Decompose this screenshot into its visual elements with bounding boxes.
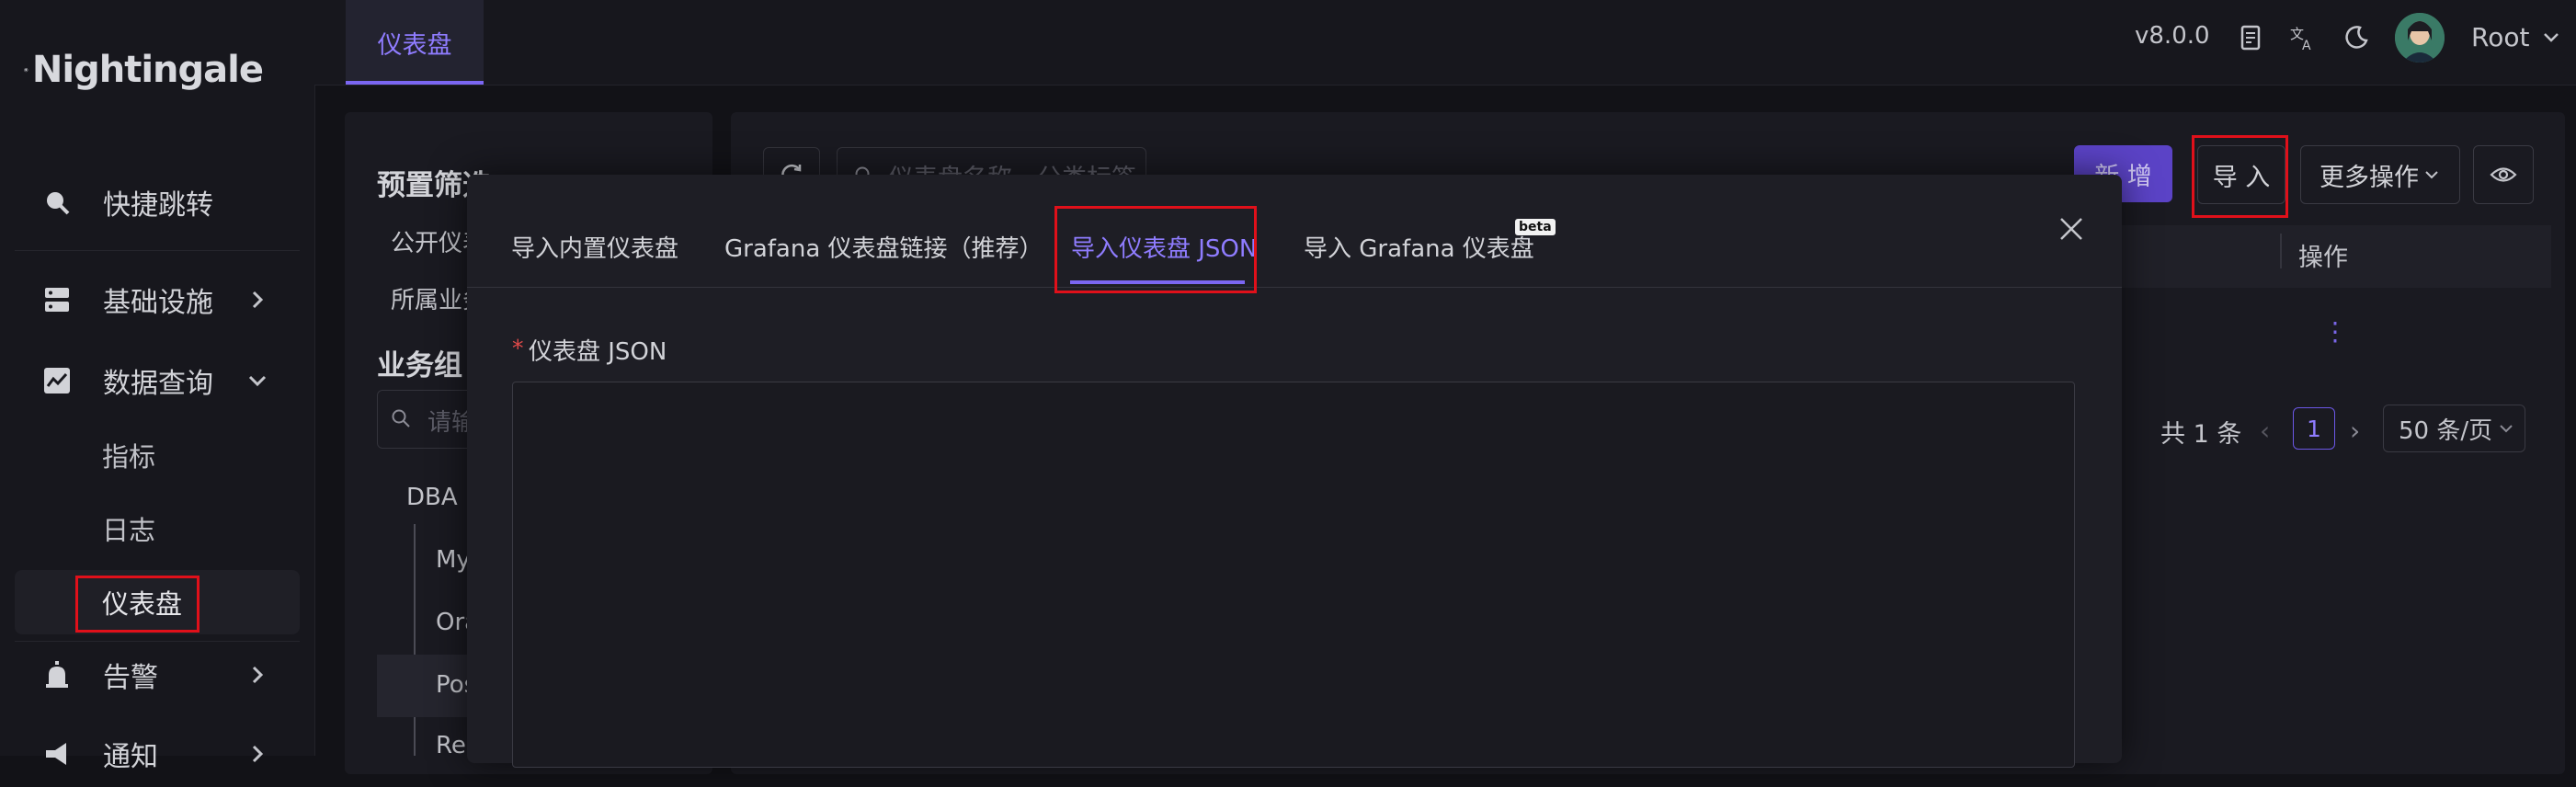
tab-dashboard[interactable]: 仪表盘 <box>346 0 484 85</box>
active-tab-indicator <box>1070 280 1245 284</box>
chevron-right-icon <box>252 745 264 763</box>
sidebar-sub-label: 日志 <box>102 515 156 546</box>
search-icon <box>39 184 75 221</box>
json-field-label: 仪表盘 JSON <box>529 338 667 366</box>
sidebar-sub-label: 指标 <box>102 441 156 473</box>
tab-label: 仪表盘 <box>377 30 452 60</box>
column-header-action: 操作 <box>2298 244 2348 272</box>
close-icon[interactable] <box>2056 213 2087 245</box>
divider <box>15 250 300 251</box>
sidebar-item-data-query[interactable]: 数据查询 <box>15 348 300 414</box>
tab-import-builtin[interactable]: 导入内置仪表盘 <box>511 230 678 264</box>
tab-import-grafana[interactable]: 导入 Grafana 仪表盘 <box>1304 230 1534 264</box>
sidebar-item-label: 数据查询 <box>103 368 213 400</box>
sidebar-item-notification[interactable]: 通知 <box>15 721 300 787</box>
sidebar-item-quick-jump[interactable]: 快捷跳转 <box>15 169 300 235</box>
sidebar-item-label: 通知 <box>103 741 158 773</box>
docs-icon[interactable] <box>2236 22 2267 53</box>
more-actions-label: 更多操作 <box>2320 163 2419 192</box>
sidebar-sub-dashboard[interactable]: 仪表盘 <box>15 570 300 634</box>
tree-node-dba[interactable]: DBA <box>406 484 458 511</box>
chevron-down-icon[interactable] <box>2539 26 2563 50</box>
json-textarea[interactable] <box>512 382 2075 768</box>
sidebar-item-label: 告警 <box>103 662 158 694</box>
business-group-heading: 业务组 <box>377 349 462 382</box>
search-icon <box>392 409 410 428</box>
chart-icon <box>39 362 75 399</box>
modal-tab-bar <box>467 175 2122 288</box>
eye-icon <box>2490 167 2517 182</box>
chevron-right-icon <box>252 291 264 309</box>
sidebar-item-alerting[interactable]: 告警 <box>15 642 300 708</box>
page-size-label: 50 条/页 <box>2399 416 2493 445</box>
row-action-menu[interactable]: ⋮ <box>2322 316 2348 347</box>
pager-next-icon[interactable]: › <box>2350 416 2360 446</box>
more-actions-button[interactable]: 更多操作 <box>2300 145 2460 204</box>
svg-text:A: A <box>2302 39 2311 51</box>
pager-prev-icon[interactable]: ‹ <box>2260 416 2270 446</box>
sidebar-item-infrastructure[interactable]: 基础设施 <box>15 267 300 333</box>
tab-grafana-link[interactable]: Grafana 仪表盘链接（推荐） <box>724 230 1043 264</box>
tree-guide <box>414 524 416 756</box>
translate-icon[interactable]: 文A <box>2287 22 2319 53</box>
sidebar-item-label: 基础设施 <box>103 287 213 319</box>
dark-mode-icon[interactable] <box>2341 22 2372 53</box>
avatar[interactable] <box>2395 13 2445 63</box>
chevron-down-icon <box>2425 171 2438 179</box>
column-divider <box>2280 234 2282 268</box>
app-logo[interactable]: Nightingale <box>24 33 264 107</box>
sidebar-sub-logs[interactable]: 日志 <box>15 496 300 561</box>
column-visibility-button[interactable] <box>2473 145 2534 204</box>
app-name: Nightingale <box>31 49 264 91</box>
beta-badge: beta <box>1515 219 1556 235</box>
sidebar-sub-metrics[interactable]: 指标 <box>15 423 300 487</box>
chevron-right-icon <box>252 666 264 684</box>
required-mark: * <box>512 335 524 361</box>
pager-current-page[interactable]: 1 <box>2293 407 2335 450</box>
username[interactable]: Root <box>2471 22 2529 52</box>
nightingale-logo-icon <box>24 68 28 73</box>
sidebar-sub-label: 仪表盘 <box>102 588 183 620</box>
chevron-down-icon <box>2500 425 2513 433</box>
tab-import-json[interactable]: 导入仪表盘 JSON <box>1071 230 1257 264</box>
sidebar-item-label: 快捷跳转 <box>103 189 213 222</box>
page-size-select[interactable]: 50 条/页 <box>2383 405 2525 452</box>
megaphone-icon <box>39 736 75 772</box>
chevron-down-icon <box>248 375 267 387</box>
pager-total: 共 1 条 <box>2160 420 2242 449</box>
tree-node[interactable]: My <box>436 546 471 574</box>
alarm-icon <box>39 656 75 693</box>
server-icon <box>39 281 75 318</box>
import-button[interactable]: 导 入 <box>2197 145 2285 204</box>
version-label: v8.0.0 <box>2135 22 2210 50</box>
